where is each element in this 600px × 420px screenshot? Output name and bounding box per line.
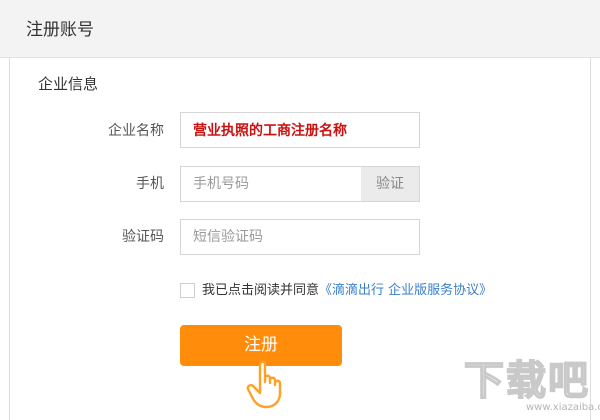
company-name-input[interactable] [180, 112, 420, 148]
page-title: 注册账号 [26, 20, 94, 40]
agreement-checkbox[interactable] [180, 283, 195, 298]
company-name-label: 企业名称 [108, 123, 164, 139]
hand-pointer-icon [246, 360, 282, 409]
agreement-text: 我已点击阅读并同意 [202, 283, 320, 298]
section-title: 企业信息 [38, 75, 99, 93]
verify-button[interactable]: 验证 [361, 166, 420, 202]
phone-label: 手机 [136, 176, 164, 192]
watermark: 下载吧 www.xiazaiba.com [462, 352, 600, 416]
agreement-row: 我已点击阅读并同意《滴滴出行 企业版服务协议》 [202, 282, 492, 299]
page-header: 注册账号 [0, 0, 600, 58]
register-page: 注册账号 企业信息 企业名称 手机 验证 验证码 我已点击阅读并同意《滴滴出行 … [0, 0, 600, 420]
code-label: 验证码 [122, 229, 164, 245]
watermark-url: www.xiazaiba.com [526, 402, 600, 413]
watermark-logo: 下载吧 [463, 357, 590, 402]
watermark-logo-text: 下载吧 [464, 358, 590, 402]
code-input[interactable] [180, 219, 420, 255]
agreement-link[interactable]: 《滴滴出行 企业版服务协议》 [319, 283, 492, 298]
phone-input[interactable] [180, 166, 362, 202]
